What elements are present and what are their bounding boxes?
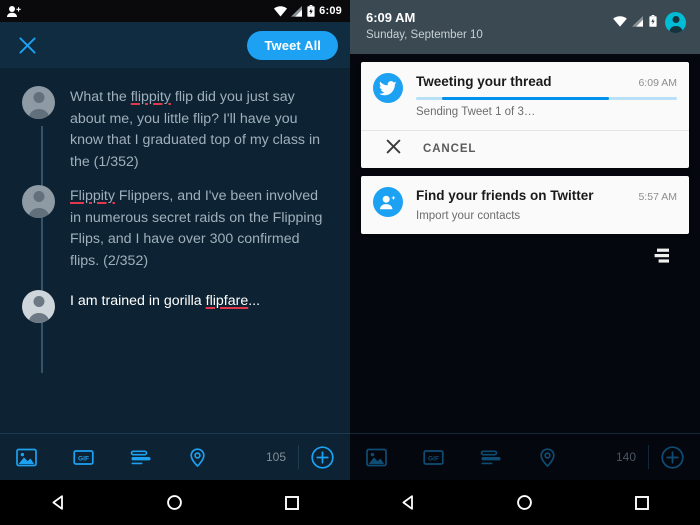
toolbar-divider [298, 445, 299, 469]
screenshot-root: 6:09 Tweet All What the flippity flip di… [0, 0, 700, 525]
thread-tweet-1[interactable]: What the flippity flip did you just say … [0, 80, 350, 179]
gif-icon[interactable]: GIF [423, 447, 444, 468]
notification-title: Tweeting your thread [416, 74, 552, 89]
cancel-button[interactable]: CANCEL [423, 143, 476, 155]
notification-title: Find your friends on Twitter [416, 188, 594, 203]
close-icon[interactable] [14, 32, 40, 58]
gif-icon[interactable]: GIF [73, 447, 94, 468]
signal-icon [291, 5, 303, 17]
misspelled-word: Flippity [70, 188, 115, 204]
battery-charging-icon [307, 5, 315, 17]
thread-tweet-2[interactable]: Flippity Flippers, and I've been involve… [0, 179, 350, 278]
tweet-text: What the flippity flip did you just say … [70, 86, 332, 173]
android-navigation-bar [350, 480, 700, 525]
back-button[interactable] [381, 480, 435, 525]
toolbar-divider [648, 445, 649, 469]
thread-tweet-3[interactable]: I am trained in gorilla flipfare... [0, 278, 350, 329]
notification-list: Tweeting your thread 6:09 AM Sending Twe… [350, 54, 700, 264]
shade-clock-block: 6:09 AM Sunday, September 10 [366, 9, 483, 43]
image-icon[interactable] [16, 447, 37, 468]
person-add-icon [7, 5, 21, 18]
tweet-text: Flippity Flippers, and I've been involve… [70, 185, 332, 272]
notification-shade-header: 6:09 AM Sunday, September 10 [350, 0, 700, 54]
tweet-text-after: ... [248, 293, 261, 309]
signal-icon [632, 14, 644, 32]
compose-toolbar-icons: GIF [16, 447, 266, 468]
tweet-text: I am trained in gorilla flipfare... [70, 290, 260, 323]
shade-date: Sunday, September 10 [366, 29, 483, 41]
svg-text:GIF: GIF [78, 455, 89, 462]
twitter-bird-icon [373, 73, 403, 103]
tweet-all-button[interactable]: Tweet All [247, 30, 338, 60]
notification-top-row: Find your friends on Twitter 5:57 AM [416, 187, 677, 204]
notification-card-find-friends[interactable]: Find your friends on Twitter 5:57 AM Imp… [361, 176, 689, 234]
notification-shade-panel: 6:09 AM Sunday, September 10 Tweeting yo… [350, 0, 700, 525]
user-avatar[interactable] [665, 12, 686, 33]
notification-body: Find your friends on Twitter 5:57 AM Imp… [416, 187, 677, 224]
location-icon[interactable] [187, 447, 208, 468]
status-bar-system-icons: 6:09 [274, 5, 342, 17]
character-counter: 105 [265, 450, 286, 464]
poll-icon[interactable] [480, 447, 501, 468]
notification-time: 5:57 AM [638, 191, 677, 203]
notification-body: Tweeting your thread 6:09 AM Sending Twe… [416, 73, 677, 120]
twitter-compose-panel: 6:09 Tweet All What the flippity flip di… [0, 0, 350, 525]
notification-subtitle: Sending Tweet 1 of 3… [416, 106, 536, 118]
notification-subtitle: Import your contacts [416, 210, 521, 222]
compose-toolbar-background: GIF 140 [350, 433, 700, 480]
close-icon[interactable] [386, 139, 401, 159]
recents-button[interactable] [265, 480, 319, 525]
image-icon[interactable] [366, 447, 387, 468]
wifi-icon [274, 5, 288, 17]
misspelled-word: flippity [130, 89, 171, 105]
tweet-text-before: I am trained in gorilla [70, 293, 206, 309]
clear-all-notifications-icon[interactable] [361, 242, 689, 264]
avatar [22, 185, 55, 218]
location-icon[interactable] [537, 447, 558, 468]
progress-bar-fill [442, 97, 610, 100]
shade-clock: 6:09 AM [366, 10, 416, 25]
compose-toolbar: GIF 105 [0, 433, 350, 480]
status-bar-notification-icons [7, 5, 274, 18]
home-button[interactable] [148, 480, 202, 525]
add-tweet-button[interactable] [661, 445, 684, 469]
person-add-icon [373, 187, 403, 217]
add-tweet-button[interactable] [311, 445, 334, 469]
battery-charging-icon [649, 14, 657, 32]
thread-composer: What the flippity flip did you just say … [0, 68, 350, 373]
notification-card-tweeting-thread[interactable]: Tweeting your thread 6:09 AM Sending Twe… [361, 62, 689, 168]
notification-content: Find your friends on Twitter 5:57 AM Imp… [361, 176, 689, 234]
compose-toolbar-icons: GIF [366, 447, 616, 468]
character-counter: 140 [615, 450, 636, 464]
misspelled-word: flipfare [205, 293, 249, 309]
notification-time: 6:09 AM [638, 77, 677, 89]
tweet-text-before: What the [70, 89, 131, 105]
notification-top-row: Tweeting your thread 6:09 AM [416, 73, 677, 90]
notification-content: Tweeting your thread 6:09 AM Sending Twe… [361, 62, 689, 130]
poll-icon[interactable] [130, 447, 151, 468]
shade-status-icons [613, 9, 686, 33]
compose-header: Tweet All [0, 22, 350, 68]
progress-bar-track [416, 97, 677, 100]
status-bar-clock: 6:09 [319, 5, 342, 17]
wifi-icon [613, 14, 627, 32]
back-button[interactable] [31, 480, 85, 525]
android-navigation-bar [0, 480, 350, 525]
recents-button[interactable] [615, 480, 669, 525]
avatar [22, 290, 55, 323]
notification-actions: CANCEL [361, 130, 689, 168]
home-button[interactable] [498, 480, 552, 525]
avatar [22, 86, 55, 119]
svg-text:GIF: GIF [428, 455, 439, 462]
android-status-bar: 6:09 [0, 0, 350, 22]
